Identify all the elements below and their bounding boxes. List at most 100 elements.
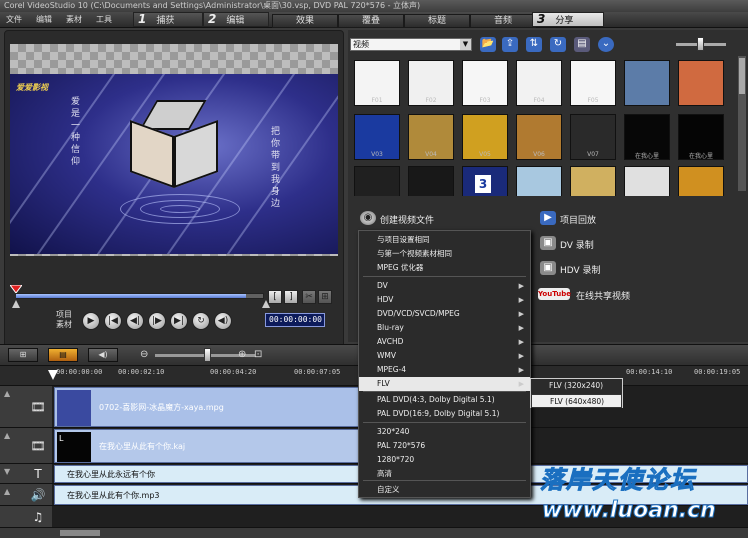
menu-item-create[interactable]: 1280*720 bbox=[359, 453, 530, 467]
menu-item-label: PAL DVD(4:3, Dolby Digital 5.1) bbox=[377, 395, 495, 404]
track-toggle-icon[interactable]: ▲ bbox=[4, 389, 10, 398]
menu-item-flv[interactable]: FLV (640x480) bbox=[531, 394, 622, 408]
menu-item-create[interactable]: PAL DVD(16:9, Dolby Digital 5.1) bbox=[359, 407, 530, 421]
menu-item-create[interactable]: DV ▶ bbox=[359, 279, 530, 293]
sort-icon[interactable]: ⇅ bbox=[526, 37, 542, 52]
menu-item-create[interactable]: FLV ▶ bbox=[359, 377, 530, 391]
mark-in-button[interactable]: [ bbox=[268, 290, 282, 304]
flv-submenu: FLV (320x240) FLV (640x480) bbox=[530, 378, 623, 408]
folder-icon[interactable]: 📂 bbox=[480, 37, 496, 52]
library-dropdown[interactable]: 视频 ▼ bbox=[350, 38, 472, 51]
menu-item-create[interactable]: 与第一个视频素材相同 bbox=[359, 247, 530, 261]
project-clip-toggle[interactable]: 项目 素材 bbox=[56, 310, 72, 330]
music-track-icon: ♫ bbox=[32, 510, 44, 524]
tab-audio[interactable]: 音频 bbox=[470, 14, 536, 28]
import-icon[interactable]: ⇪ bbox=[502, 37, 518, 52]
next-frame-button[interactable]: |▶ bbox=[148, 312, 166, 330]
hdv-camera-icon: ▣ bbox=[540, 261, 556, 275]
thumbnail-label: V06 bbox=[533, 151, 545, 158]
tab-overlay[interactable]: 覆叠 bbox=[338, 14, 404, 28]
expand-library-icon[interactable]: ⌄ bbox=[598, 37, 614, 52]
submenu-arrow-icon: ▶ bbox=[518, 338, 524, 346]
menu-item-create[interactable]: WMV ▶ bbox=[359, 349, 530, 363]
zoom-in-icon[interactable]: ⊕ bbox=[238, 349, 246, 360]
mark-out-button[interactable]: ] bbox=[284, 290, 298, 304]
timeline-clip[interactable]: L 在我心里从此有个你.kaj bbox=[54, 429, 394, 463]
library-dropdown-value: 视频 bbox=[353, 40, 369, 49]
timeline-hscroll-thumb[interactable] bbox=[60, 530, 100, 536]
zoom-out-icon[interactable]: ⊖ bbox=[140, 349, 148, 360]
split-button[interactable]: ✂ bbox=[302, 290, 316, 304]
thumbnail-label: F01 bbox=[371, 97, 383, 104]
create-video-file-button[interactable]: 创建视频文件 bbox=[380, 213, 434, 226]
track-toggle-icon[interactable]: ▼ bbox=[4, 467, 10, 476]
menu-item-label: 与项目设置相同 bbox=[377, 235, 430, 244]
thumbnail-label: V07 bbox=[587, 151, 599, 158]
playhead-marker[interactable] bbox=[48, 370, 58, 384]
tick-label: 00:00:07:05 bbox=[294, 368, 341, 376]
step-edit[interactable]: 2 编辑 bbox=[203, 12, 269, 27]
menu-file[interactable]: 文件 bbox=[6, 14, 22, 25]
timeline-view-button[interactable]: ▤ bbox=[48, 348, 78, 362]
repeat-button[interactable]: ↻ bbox=[192, 312, 210, 330]
library-thumbnail[interactable] bbox=[624, 60, 670, 106]
submenu-arrow-icon: ▶ bbox=[518, 380, 524, 388]
menu-tools[interactable]: 工具 bbox=[96, 14, 112, 25]
trim-left-handle[interactable] bbox=[12, 300, 20, 311]
watermark-text: 落岸天使论坛 bbox=[540, 466, 696, 495]
tab-title[interactable]: 标题 bbox=[404, 14, 470, 28]
hdv-record-button[interactable]: HDV 录制 bbox=[560, 263, 601, 276]
project-playback-button[interactable]: 项目回放 bbox=[560, 213, 596, 226]
menu-clip[interactable]: 素材 bbox=[66, 14, 82, 25]
thumbnail-label: F03 bbox=[479, 97, 491, 104]
zoom-knob[interactable] bbox=[204, 348, 211, 362]
menu-item-flv[interactable]: FLV (320x240) bbox=[531, 379, 622, 393]
home-button[interactable]: |◀ bbox=[104, 312, 122, 330]
play-button[interactable]: ▶ bbox=[82, 312, 100, 330]
storyboard-view-button[interactable]: ⊞ bbox=[8, 348, 38, 362]
menu-item-create[interactable]: HDV ▶ bbox=[359, 293, 530, 307]
menu-edit[interactable]: 编辑 bbox=[36, 14, 52, 25]
overlay-track-icon: 🎞 bbox=[30, 439, 46, 453]
clip-label: 在我心里从此永远有个你 bbox=[67, 470, 155, 479]
dv-record-button[interactable]: DV 录制 bbox=[560, 238, 594, 251]
scrubber-handle[interactable] bbox=[9, 284, 23, 294]
timeline-hscroll[interactable] bbox=[0, 528, 748, 538]
track-toggle-icon[interactable]: ▲ bbox=[4, 487, 10, 496]
prev-frame-button[interactable]: ◀| bbox=[126, 312, 144, 330]
library-scroll-thumb[interactable] bbox=[739, 58, 745, 94]
menu-separator bbox=[363, 391, 526, 392]
online-share-button[interactable]: 在线共享视频 bbox=[576, 289, 630, 302]
refresh-icon[interactable]: ↻ bbox=[550, 37, 566, 52]
step-capture[interactable]: 1 捕获 bbox=[133, 12, 203, 27]
library-thumbnail[interactable] bbox=[678, 60, 724, 106]
thumb-size-knob[interactable] bbox=[697, 37, 704, 51]
step-share[interactable]: 3 分享 bbox=[532, 12, 604, 27]
timeline-clip[interactable]: 0702-喜影网-冰晶魔方-xaya.mpg bbox=[54, 387, 394, 427]
options-icon[interactable]: ▤ bbox=[574, 37, 590, 52]
track-toggle-icon[interactable]: ▲ bbox=[4, 431, 10, 440]
video-right-text: 把你带到我身边 bbox=[269, 126, 279, 210]
menu-item-create[interactable]: PAL 720*576 bbox=[359, 439, 530, 453]
menu-item-label: MPEG 优化器 bbox=[377, 263, 424, 272]
menu-item-create[interactable]: MPEG 优化器 bbox=[359, 261, 530, 275]
menu-item-create[interactable]: MPEG-4 ▶ bbox=[359, 363, 530, 377]
submenu-arrow-icon: ▶ bbox=[518, 296, 524, 304]
menu-item-create[interactable]: DVD/VCD/SVCD/MPEG ▶ bbox=[359, 307, 530, 321]
end-button[interactable]: ▶| bbox=[170, 312, 188, 330]
menu-item-create[interactable]: AVCHD ▶ bbox=[359, 335, 530, 349]
volume-button[interactable]: ◀) bbox=[214, 312, 232, 330]
clip-label: 0702-喜影网-冰晶魔方-xaya.mpg bbox=[99, 403, 224, 412]
menu-item-create[interactable]: 320*240 bbox=[359, 425, 530, 439]
menu-item-create[interactable]: 自定义 bbox=[359, 483, 530, 497]
tab-effects[interactable]: 效果 bbox=[272, 14, 338, 28]
thumbnail-badge: 3 bbox=[475, 175, 491, 193]
menu-item-create[interactable]: 与项目设置相同 bbox=[359, 233, 530, 247]
expand-preview-button[interactable]: ⊞ bbox=[318, 290, 332, 304]
audio-view-button[interactable]: ◀) bbox=[88, 348, 118, 362]
timecode-field[interactable]: 00:00:00:00 bbox=[265, 313, 325, 327]
menu-item-create[interactable]: Blu-ray ▶ bbox=[359, 321, 530, 335]
fit-icon[interactable]: ⊡ bbox=[254, 349, 262, 360]
menu-item-create[interactable]: 高清 bbox=[359, 467, 530, 481]
menu-item-create[interactable]: PAL DVD(4:3, Dolby Digital 5.1) bbox=[359, 393, 530, 407]
